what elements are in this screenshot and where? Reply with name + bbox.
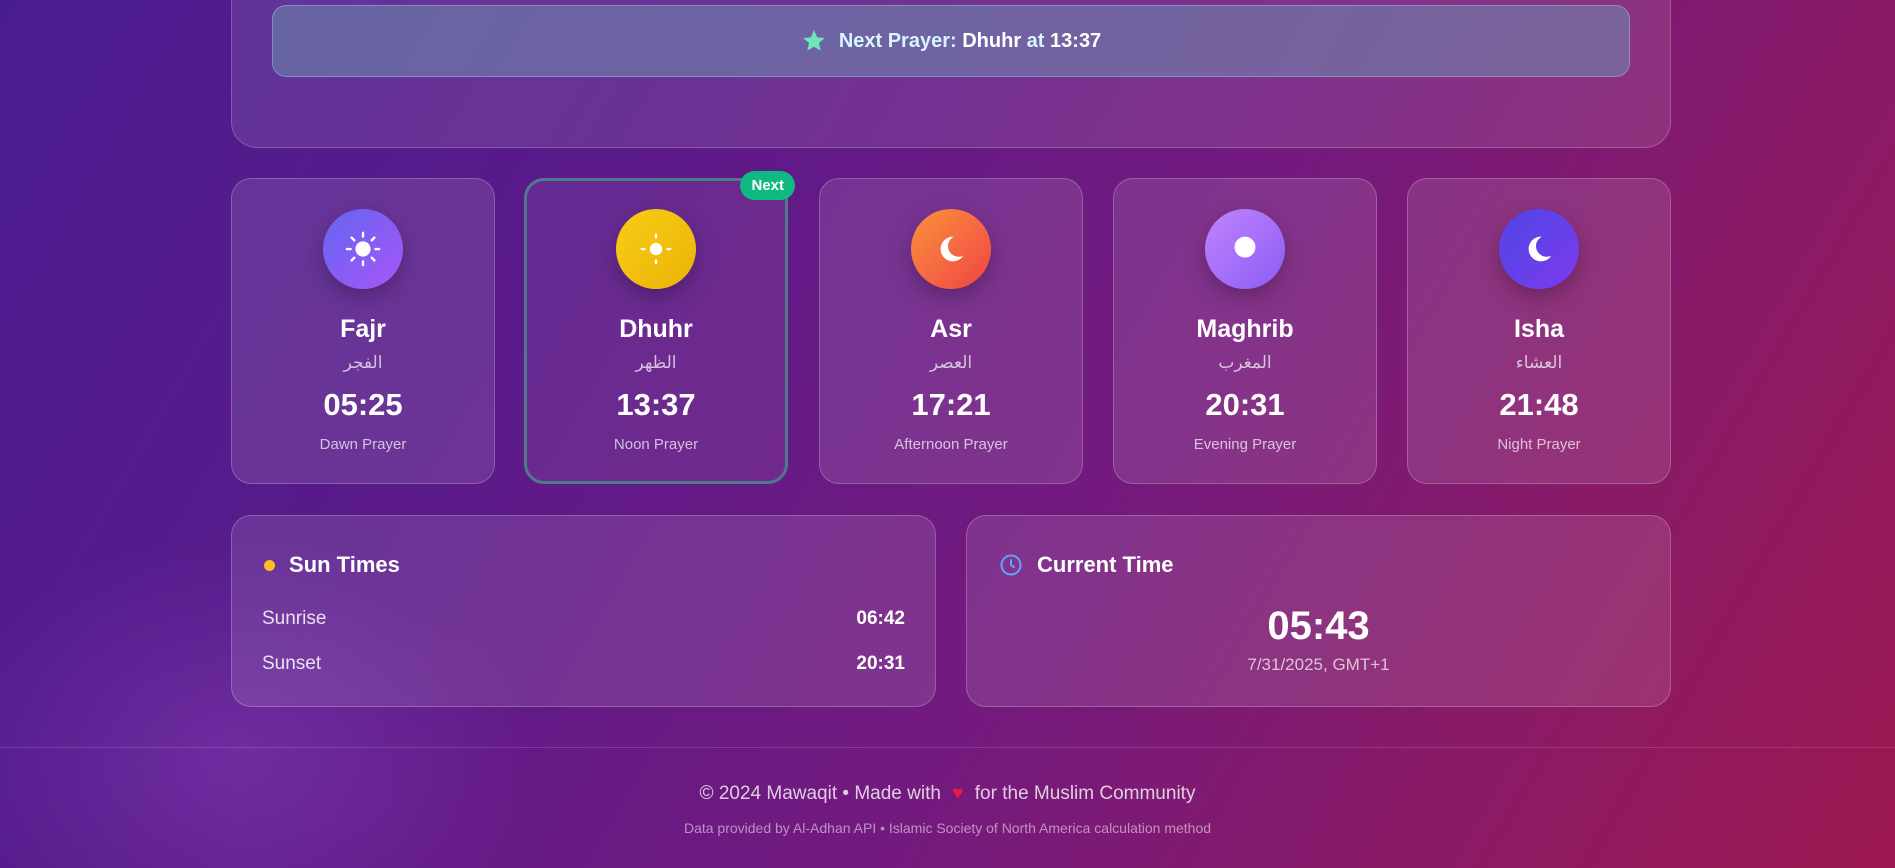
- current-date: 7/31/2025, GMT+1: [1247, 655, 1390, 674]
- prayer-card-asr[interactable]: Asr العصر 17:21 Afternoon Prayer: [819, 178, 1083, 484]
- prayer-arabic-name: الفجر: [343, 353, 383, 373]
- heart-icon: ♥: [952, 783, 964, 804]
- sunset-time: 20:31: [856, 653, 905, 674]
- prayer-card-maghrib[interactable]: Maghrib المغرب 20:31 Evening Prayer: [1113, 178, 1377, 484]
- next-prayer-label: Next Prayer:: [838, 29, 957, 52]
- sunset-label: Sunset: [262, 653, 322, 674]
- next-prayer-banner: Next Prayer: Dhuhr at 13:37: [272, 5, 1630, 77]
- clock-icon: [999, 553, 1023, 577]
- footer-copyright-prefix: © 2024 Mawaqit • Made with: [699, 783, 941, 804]
- current-time-title: Current Time: [1037, 552, 1174, 577]
- prayer-card-isha[interactable]: Isha العشاء 21:48 Night Prayer: [1407, 178, 1671, 484]
- prayer-card-fajr[interactable]: Fajr الفجر 05:25 Dawn Prayer: [231, 178, 495, 484]
- next-prayer-at: at: [1026, 29, 1045, 52]
- sun-times-title: Sun Times: [289, 552, 400, 577]
- footer-divider: [0, 747, 1895, 748]
- next-badge: Next: [740, 171, 795, 200]
- prayer-time: 05:25: [323, 387, 403, 422]
- next-prayer-name: Dhuhr: [962, 29, 1022, 52]
- crescent-icon: [911, 209, 991, 289]
- prayer-arabic-name: العشاء: [1515, 353, 1563, 373]
- sun-icon: [323, 209, 403, 289]
- footer-copyright-suffix: for the Muslim Community: [974, 783, 1196, 804]
- prayer-arabic-name: المغرب: [1218, 353, 1272, 373]
- sun-icon: [616, 209, 696, 289]
- prayer-name: Isha: [1513, 315, 1565, 343]
- prayer-arabic-name: الظهر: [635, 353, 677, 373]
- crescent-icon: [1499, 209, 1579, 289]
- prayer-description: Evening Prayer: [1193, 436, 1297, 453]
- prayer-name: Asr: [930, 315, 972, 343]
- sun-times-title-row: Sun Times: [264, 552, 400, 578]
- next-prayer-time: 13:37: [1050, 29, 1102, 52]
- current-time-card: Current Time 05:43 7/31/2025, GMT+1: [966, 515, 1671, 707]
- star-icon: [801, 28, 827, 54]
- prayer-description: Night Prayer: [1497, 436, 1581, 453]
- prayer-description: Noon Prayer: [613, 436, 699, 453]
- sunset-row: Sunset 20:31: [262, 653, 905, 675]
- prayer-description: Afternoon Prayer: [894, 436, 1008, 453]
- footer-credits: Data provided by Al-Adhan API • Islamic …: [683, 820, 1212, 836]
- sun-dot-icon: [264, 559, 275, 571]
- prayer-arabic-name: العصر: [929, 353, 973, 373]
- prayer-description: Dawn Prayer: [319, 436, 407, 453]
- sunrise-label: Sunrise: [262, 608, 327, 629]
- prayer-time: 20:31: [1205, 387, 1285, 422]
- sun-times-card: Sun Times Sunrise 06:42 Sunset 20:31: [231, 515, 936, 707]
- prayer-card-dhuhr[interactable]: Next Dhuhr الظهر 13:37 Noon Prayer: [524, 171, 795, 484]
- prayer-time: 13:37: [616, 387, 696, 422]
- prayer-name: Maghrib: [1196, 315, 1294, 343]
- moon-dot-icon: [1205, 209, 1285, 289]
- current-time-value: 05:43: [1267, 604, 1370, 648]
- footer-copyright: © 2024 Mawaqit • Made with ♥ for the Mus…: [0, 783, 1895, 805]
- current-time-title-row: Current Time: [999, 552, 1174, 578]
- prayer-name: Fajr: [340, 315, 386, 343]
- prayer-name: Dhuhr: [619, 315, 693, 343]
- prayer-time: 17:21: [911, 387, 991, 422]
- sunrise-time: 06:42: [856, 608, 905, 629]
- sunrise-row: Sunrise 06:42: [262, 608, 905, 630]
- prayer-time: 21:48: [1499, 387, 1579, 422]
